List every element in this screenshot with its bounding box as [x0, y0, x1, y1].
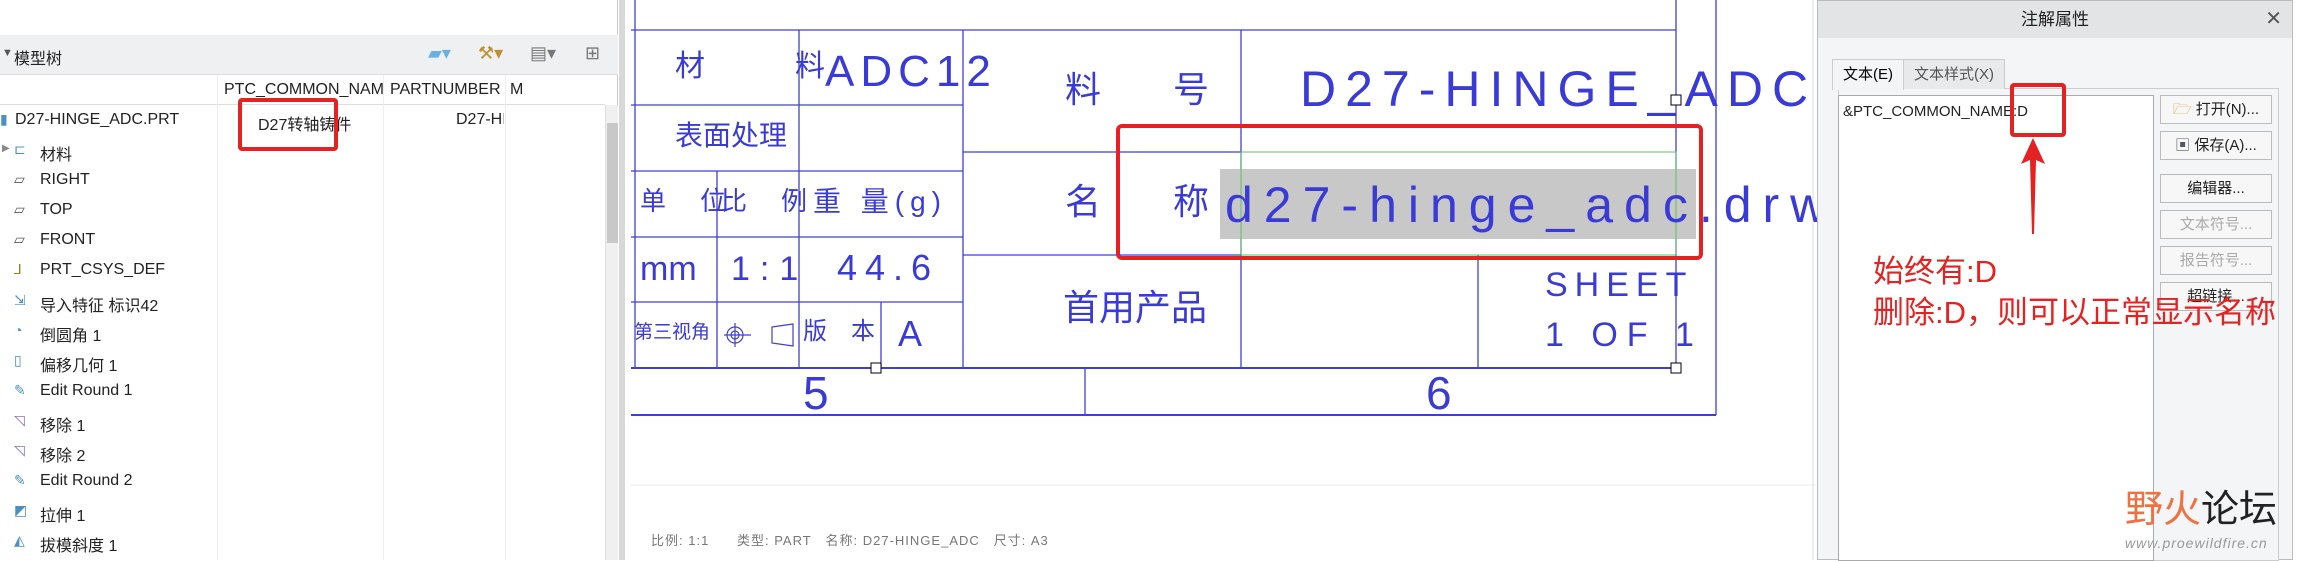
watermark-url: www.proewildfire.cn — [2125, 535, 2268, 551]
button-label: 保存(A)... — [2194, 137, 2257, 154]
zone-label-6: 6 — [1426, 367, 1452, 419]
resize-handle — [870, 362, 882, 374]
highlight-box — [2010, 83, 2066, 137]
save-icon: ▣ — [2175, 137, 2191, 154]
tab-text[interactable]: 文本(E) — [1832, 59, 1904, 90]
sheet-value: 1 OF 1 — [1545, 316, 1703, 354]
weight-value: 44.6 — [837, 247, 940, 288]
editor-button[interactable]: 编辑器... — [2160, 174, 2272, 203]
weight-label: 重 量(g) — [813, 186, 948, 217]
report-symbol-button[interactable]: 报告符号... — [2160, 246, 2272, 275]
drawing-canvas[interactable]: 材 料 ADC12 表面处理 单 位 比 例 重 量(g) mm 1:1 44.… — [619, 0, 1826, 560]
dialog-title: 注解属性 — [1818, 1, 2292, 38]
button-label: 打开(N)... — [2195, 101, 2260, 118]
scale-label: 比 例 — [721, 186, 812, 216]
annotation-line-2: 删除:D，则可以正常显示名称 — [1873, 295, 2276, 330]
surface-treatment-label: 表面处理 — [675, 120, 788, 151]
button-label: 报告符号... — [2179, 252, 2253, 269]
first-used-product-label: 首用产品 — [1063, 287, 1208, 328]
status-type: 类型: PART — [736, 533, 812, 548]
button-label: 文本符号... — [2179, 216, 2253, 233]
material-value: ADC12 — [825, 47, 997, 96]
sheet-label: SHEET — [1545, 266, 1694, 304]
scale-value: 1:1 — [731, 250, 809, 288]
unit-label: 单 位 — [640, 186, 731, 216]
version-label: 版 本 — [803, 318, 875, 345]
status-scale: 比例: 1:1 — [651, 533, 710, 548]
watermark-logo: 野火论坛 www.proewildfire.cn — [2125, 478, 2295, 558]
unit-value: mm — [640, 250, 697, 288]
tab-text-style[interactable]: 文本样式(X) — [1903, 59, 2005, 89]
close-icon[interactable]: ✕ — [2265, 1, 2282, 38]
note-text-value: &PTC_COMMON_NAME:D — [1843, 103, 2029, 120]
status-size: 尺寸: A3 — [993, 533, 1049, 548]
name-value[interactable]: d27-hinge_adc.drw — [1225, 180, 1837, 230]
open-button[interactable]: 🗁 打开(N)... — [2160, 95, 2272, 124]
part-no-label: 料 号 — [1065, 69, 1210, 110]
part-no-value: D27-HINGE_ADC — [1300, 61, 1818, 117]
save-button[interactable]: ▣ 保存(A)... — [2160, 131, 2272, 160]
name-label: 名 称 — [1065, 181, 1210, 222]
text-symbol-button[interactable]: 文本符号... — [2160, 210, 2272, 239]
annotation-line-1: 始终有:D — [1873, 254, 1997, 289]
version-value: A — [898, 313, 923, 354]
projection-label: 第三视角 — [634, 322, 711, 343]
zone-label-5: 5 — [803, 367, 829, 419]
button-label: 编辑器... — [2187, 180, 2245, 197]
drawing-status-line: 比例: 1:1 类型: PART 名称: D27-HINGE_ADC 尺寸: A… — [651, 530, 1049, 549]
arrow-up-icon — [2021, 138, 2045, 234]
resize-handle — [1670, 362, 1682, 374]
status-name: 名称: D27-HINGE_ADC — [825, 533, 980, 548]
folder-icon: 🗁 — [2172, 101, 2192, 118]
third-angle-projection-symbol — [724, 323, 794, 347]
